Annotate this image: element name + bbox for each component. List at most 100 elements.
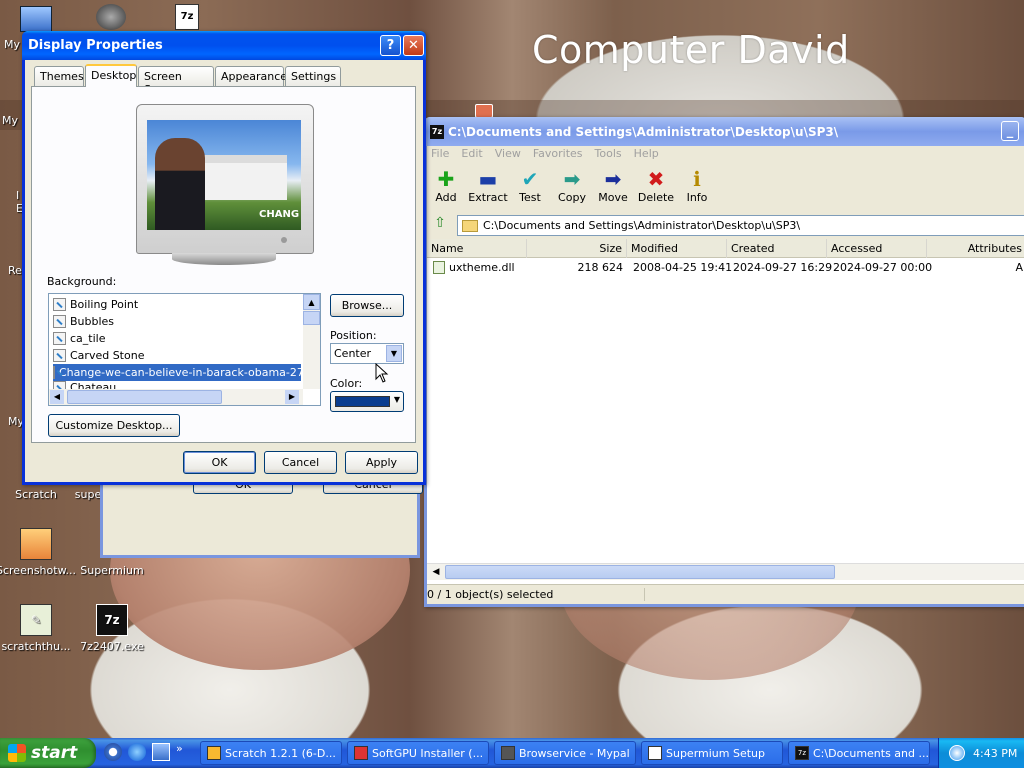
tab-appearance[interactable]: Appearance	[215, 66, 287, 86]
menu-tools[interactable]: Tools	[595, 147, 622, 160]
table-row[interactable]: uxtheme.dll 218 624 2008-04-25 19:41 202…	[427, 259, 1024, 276]
background-window-close-icon[interactable]	[475, 104, 493, 118]
white-house-shape	[202, 155, 287, 200]
monitor-preview: CHANG	[136, 104, 314, 254]
horizontal-scrollbar[interactable]: ◀	[427, 563, 1024, 580]
position-label: Position:	[330, 329, 377, 342]
app-icon-top[interactable]	[96, 4, 126, 30]
tool-label: Delete	[637, 191, 675, 204]
mouse-cursor-icon	[375, 362, 389, 383]
tab-screen-saver[interactable]: Screen Saver	[138, 66, 214, 96]
tab-themes[interactable]: Themes	[34, 66, 84, 86]
background-list[interactable]: Boiling Point Bubbles ca_tile Carved Sto…	[48, 293, 321, 406]
col-modified[interactable]: Modified	[627, 239, 727, 258]
extract-button[interactable]: ▬ Extract	[468, 167, 508, 204]
start-label: start	[31, 743, 78, 763]
scratch-thumb-icon: ✎	[20, 604, 52, 636]
browser-icon[interactable]	[104, 743, 122, 761]
apply-button[interactable]: Apply	[345, 451, 418, 474]
tool-label: Test	[519, 191, 541, 204]
browse-button[interactable]: Browse...	[330, 294, 404, 317]
list-horizontal-scrollbar[interactable]: ◀ ▶	[49, 389, 303, 405]
add-button[interactable]: ✚ Add	[426, 167, 466, 204]
up-folder-icon[interactable]: ⇧	[429, 215, 451, 235]
internet-explorer-icon[interactable]	[128, 743, 146, 761]
scrollbar-thumb[interactable]	[303, 311, 320, 325]
menu-edit[interactable]: Edit	[461, 147, 482, 160]
chevron-down-icon[interactable]: ▼	[386, 345, 402, 362]
taskbar-button-supermium[interactable]: Supermium Setup	[641, 741, 783, 765]
button-label: Browse...	[341, 299, 393, 312]
position-select[interactable]: Center ▼	[330, 343, 404, 364]
delete-button[interactable]: ✖ Delete	[636, 167, 676, 204]
chevron-right-icon[interactable]: »	[176, 743, 183, 761]
taskbar-button-7zip[interactable]: 7z C:\Documents and ...	[788, 741, 930, 765]
system-tray: 4:43 PM	[938, 738, 1024, 768]
customize-desktop-button[interactable]: Customize Desktop...	[48, 414, 180, 437]
list-item[interactable]: Boiling Point	[53, 296, 138, 313]
monitor-stand	[172, 253, 276, 265]
desktop-label-my-computer[interactable]: My	[4, 38, 20, 51]
copy-icon: ➡	[563, 167, 581, 191]
move-button[interactable]: ➡ Move	[593, 167, 633, 204]
windows-logo-icon	[8, 744, 26, 762]
scrollbar-thumb[interactable]	[67, 390, 222, 404]
desktop-icon-screenshotw[interactable]: Screenshotw...	[0, 528, 76, 577]
display-properties-titlebar[interactable]: Display Properties ? ✕	[22, 31, 426, 60]
menu-file[interactable]: File	[431, 147, 449, 160]
col-name[interactable]: Name	[427, 239, 527, 258]
scrollbar-thumb[interactable]	[445, 565, 835, 579]
taskbar-button-browservice[interactable]: Browservice - Mypal	[494, 741, 636, 765]
list-item[interactable]: ca_tile	[53, 330, 105, 347]
menu-favorites[interactable]: Favorites	[533, 147, 583, 160]
ok-button[interactable]: OK	[183, 451, 256, 474]
scroll-up-icon[interactable]: ▲	[303, 294, 320, 310]
cell-size: 218 624	[577, 261, 624, 274]
sevenzip-titlebar[interactable]: 7z C:\Documents and Settings\Administrat…	[424, 117, 1024, 146]
clock[interactable]: 4:43 PM	[973, 747, 1017, 760]
list-item-selected[interactable]: Change-we-can-believe-in-barack-obama-27…	[53, 364, 301, 381]
tab-desktop[interactable]: Desktop	[85, 64, 137, 87]
col-attributes[interactable]: Attributes	[927, 239, 1024, 258]
status-text: 0 / 1 object(s) selected	[427, 588, 645, 601]
list-item[interactable]: Bubbles	[53, 313, 114, 330]
tool-label: Info	[686, 191, 708, 204]
scroll-left-icon[interactable]: ◀	[50, 390, 64, 404]
tray-icon[interactable]	[949, 745, 965, 761]
my-computer-icon[interactable]	[20, 6, 52, 32]
list-item-label: Change-we-can-believe-in-barack-obama-27…	[59, 366, 301, 379]
7zip-top-icon[interactable]: 7z	[175, 4, 199, 30]
minimize-icon[interactable]: _	[1001, 121, 1019, 141]
col-created[interactable]: Created	[727, 239, 827, 258]
vertical-scrollbar[interactable]: ▲	[303, 294, 320, 389]
close-icon[interactable]: ✕	[403, 35, 424, 56]
info-button[interactable]: ℹ Info	[677, 167, 717, 204]
test-button[interactable]: ✔ Test	[510, 167, 550, 204]
col-size[interactable]: Size	[527, 239, 627, 258]
taskbar-button-scratch[interactable]: Scratch 1.2.1 (6-D...	[200, 741, 342, 765]
start-button[interactable]: start	[0, 738, 96, 768]
desktop-label-ie-1[interactable]: I	[16, 189, 19, 202]
path-bar[interactable]: C:\Documents and Settings\Administrator\…	[457, 215, 1024, 236]
tool-label: Add	[435, 191, 457, 204]
col-accessed[interactable]: Accessed	[827, 239, 927, 258]
scroll-left-icon[interactable]: ◀	[429, 565, 443, 579]
tab-settings[interactable]: Settings	[285, 66, 341, 86]
copy-button[interactable]: ➡ Copy	[552, 167, 592, 204]
show-desktop-icon[interactable]	[152, 743, 170, 761]
desktop-icon-7z2407[interactable]: 7z 7z2407.exe	[72, 604, 152, 653]
taskbar-button-softgpu[interactable]: SoftGPU Installer (...	[347, 741, 489, 765]
list-item[interactable]: Carved Stone	[53, 347, 144, 364]
scroll-right-icon[interactable]: ▶	[285, 390, 299, 404]
file-list: Name Size Modified Created Accessed Attr…	[427, 239, 1024, 584]
menu-help[interactable]: Help	[634, 147, 659, 160]
cancel-button[interactable]: Cancel	[264, 451, 337, 474]
desktop-icon-label: Supermium	[80, 564, 144, 577]
color-picker-button[interactable]: ▼	[330, 391, 404, 412]
help-icon[interactable]: ?	[380, 35, 401, 56]
button-label: Customize Desktop...	[55, 419, 173, 432]
desktop-label-recycle[interactable]: Re	[8, 264, 22, 277]
menu-view[interactable]: View	[495, 147, 521, 160]
file-list-header: Name Size Modified Created Accessed Attr…	[427, 239, 1024, 258]
desktop-icon-scratchthu[interactable]: ✎ scratchthu...	[0, 604, 76, 653]
